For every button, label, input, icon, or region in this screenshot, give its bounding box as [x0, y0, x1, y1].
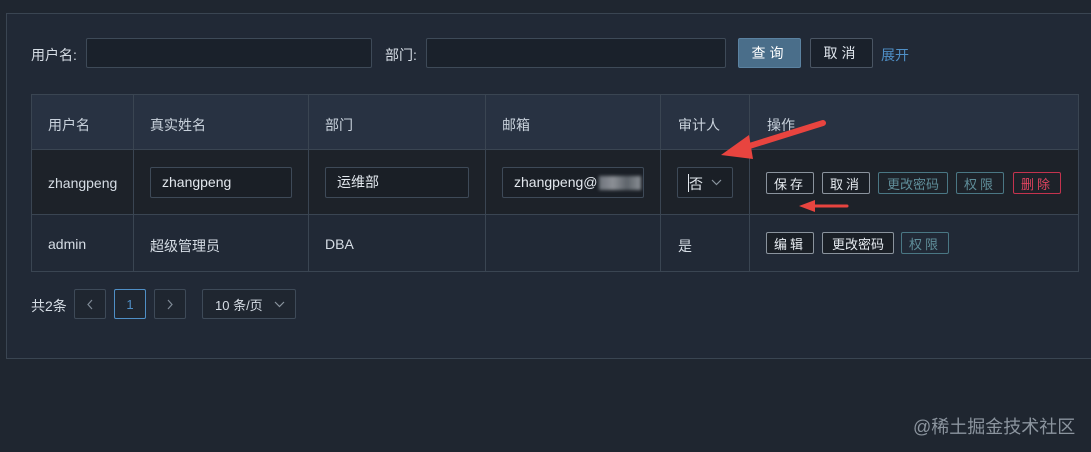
header-email: 邮箱	[502, 117, 530, 133]
column-divider	[308, 95, 309, 271]
real-name-input[interactable]: zhangpeng	[150, 167, 292, 198]
annotation-arrow-icon	[721, 120, 826, 159]
column-divider	[485, 95, 486, 271]
permissions-button[interactable]: 权限	[901, 232, 949, 254]
redacted-email-domain	[598, 176, 641, 191]
username-label: 用户名:	[31, 47, 77, 63]
email-input[interactable]: zhangpeng@	[502, 167, 644, 198]
header-department: 部门	[325, 117, 353, 133]
cell-department: DBA	[325, 236, 354, 252]
query-button[interactable]: 查询	[738, 38, 801, 68]
cell-username: zhangpeng	[48, 175, 118, 191]
page-size-value: 10 条/页	[215, 297, 263, 313]
username-search-input[interactable]	[86, 38, 372, 68]
delete-button[interactable]: 删除	[1013, 172, 1061, 194]
cell-username: admin	[48, 236, 87, 252]
cancel-button[interactable]: 取消	[810, 38, 873, 68]
page-size-select[interactable]: 10 条/页	[202, 289, 296, 319]
total-count: 共2条	[31, 298, 67, 314]
next-page-button[interactable]	[154, 289, 186, 319]
watermark: @稀土掘金技术社区	[913, 417, 1076, 437]
department-input[interactable]: 运维部	[325, 167, 469, 198]
auditor-select-value: 否	[689, 176, 703, 192]
change-password-button[interactable]: 更改密码	[878, 172, 948, 194]
department-search-input[interactable]	[426, 38, 726, 68]
header-auditor: 审计人	[678, 117, 720, 133]
email-input-value: zhangpeng@	[514, 174, 598, 190]
header-username: 用户名	[48, 117, 90, 133]
cell-real-name: 超级管理员	[150, 238, 220, 254]
change-password-button[interactable]: 更改密码	[822, 232, 894, 254]
prev-page-button[interactable]	[74, 289, 106, 319]
permissions-button[interactable]: 权限	[956, 172, 1004, 194]
column-divider	[660, 95, 661, 271]
expand-link[interactable]: 展开	[881, 45, 909, 65]
column-divider	[133, 95, 134, 271]
save-button[interactable]: 保存	[766, 172, 814, 194]
department-label: 部门:	[385, 47, 417, 63]
cell-auditor: 是	[678, 238, 692, 254]
chevron-right-icon	[167, 299, 173, 309]
edit-button[interactable]: 编辑	[766, 232, 814, 254]
header-real-name: 真实姓名	[150, 117, 206, 133]
cancel-edit-button[interactable]: 取消	[822, 172, 870, 194]
annotation-arrow-icon	[799, 200, 849, 212]
users-table: 用户名 真实姓名 部门 邮箱 审计人 操作 zhangpeng zhangpen…	[31, 94, 1079, 272]
chevron-left-icon	[87, 299, 93, 309]
chevron-down-icon	[274, 301, 285, 308]
chevron-down-icon	[711, 179, 722, 186]
auditor-select[interactable]: 否	[677, 167, 733, 198]
page-button-current[interactable]: 1	[114, 289, 146, 319]
